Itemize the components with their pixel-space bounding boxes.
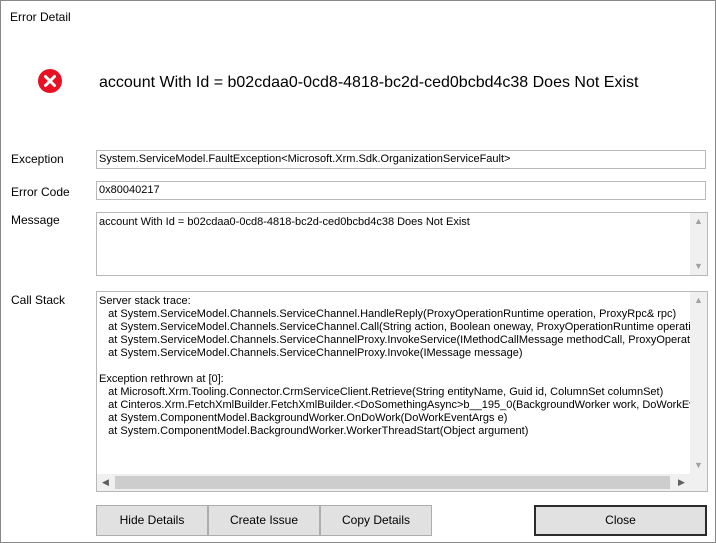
- call-stack-label: Call Stack: [11, 293, 66, 307]
- create-issue-button[interactable]: Create Issue: [208, 505, 320, 536]
- scroll-up-icon[interactable]: ▲: [690, 292, 707, 309]
- error-code-field[interactable]: 0x80040217: [96, 181, 706, 200]
- close-button[interactable]: Close: [534, 505, 707, 536]
- error-icon: [38, 69, 62, 93]
- message-text: account With Id = b02cdaa0-0cd8-4818-bc2…: [99, 216, 470, 228]
- window-title: Error Detail: [10, 10, 71, 24]
- title-bar[interactable]: Error Detail: [1, 1, 715, 31]
- scroll-right-icon[interactable]: ▶: [673, 474, 690, 491]
- exception-label: Exception: [11, 152, 64, 166]
- call-stack-text: Server stack trace: at System.ServiceMod…: [99, 295, 690, 437]
- copy-details-button[interactable]: Copy Details: [320, 505, 432, 536]
- message-field[interactable]: account With Id = b02cdaa0-0cd8-4818-bc2…: [96, 212, 708, 276]
- message-vertical-scrollbar[interactable]: ▲ ▼: [690, 213, 707, 275]
- scroll-thumb[interactable]: [115, 476, 670, 489]
- scroll-left-icon[interactable]: ◀: [97, 474, 114, 491]
- error-code-label: Error Code: [11, 185, 70, 199]
- call-stack-field[interactable]: Server stack trace: at System.ServiceMod…: [96, 291, 708, 492]
- call-stack-horizontal-scrollbar[interactable]: ◀ ▶: [97, 474, 690, 491]
- scroll-up-icon[interactable]: ▲: [690, 213, 707, 230]
- call-stack-vertical-scrollbar[interactable]: ▲ ▼: [690, 292, 707, 474]
- error-detail-dialog: Error Detail account With Id = b02cdaa0-…: [0, 0, 716, 543]
- hide-details-button[interactable]: Hide Details: [96, 505, 208, 536]
- scroll-down-icon[interactable]: ▼: [690, 457, 707, 474]
- error-headline: account With Id = b02cdaa0-0cd8-4818-bc2…: [99, 74, 639, 91]
- message-label: Message: [11, 213, 60, 227]
- error-header: account With Id = b02cdaa0-0cd8-4818-bc2…: [1, 51, 715, 117]
- scrollbar-corner: [690, 474, 707, 491]
- exception-field[interactable]: System.ServiceModel.FaultException<Micro…: [96, 150, 706, 169]
- scroll-down-icon[interactable]: ▼: [690, 258, 707, 275]
